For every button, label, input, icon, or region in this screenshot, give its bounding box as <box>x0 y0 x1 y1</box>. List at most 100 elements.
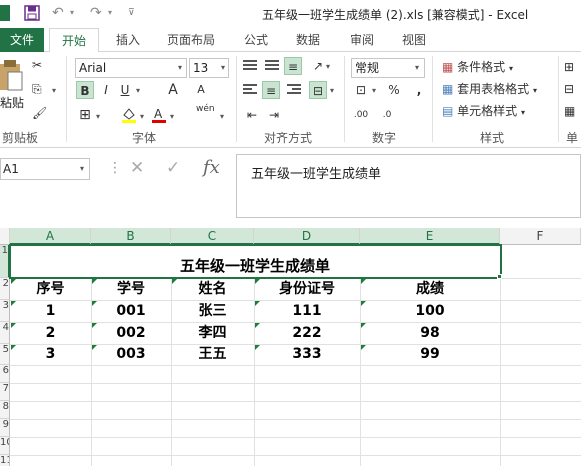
bold-button[interactable]: B <box>76 81 94 99</box>
error-indicator-icon[interactable] <box>92 345 97 350</box>
delete-cells-icon[interactable]: ⊟ <box>564 80 574 98</box>
percent-style-button[interactable]: % <box>385 81 403 99</box>
error-indicator-icon[interactable] <box>255 279 260 284</box>
underline-dropdown-icon[interactable]: ▾ <box>136 86 140 95</box>
conditional-formatting-button[interactable]: ▦ 条件格式 ▾ <box>442 58 513 78</box>
column-header-c[interactable]: C <box>171 228 254 245</box>
column-header-b[interactable]: B <box>91 228 171 245</box>
accounting-format-icon[interactable]: ⊡ <box>352 81 370 99</box>
tab-page-layout[interactable]: 页面布局 <box>160 28 222 52</box>
cell-styles-button[interactable]: ▤ 单元格样式 ▾ <box>442 102 525 122</box>
row-header[interactable]: 5 <box>0 344 10 365</box>
shrink-font-button[interactable]: A <box>192 81 210 99</box>
merge-dropdown-icon[interactable]: ▾ <box>330 86 334 95</box>
accounting-dropdown-icon[interactable]: ▾ <box>372 86 376 95</box>
decrease-indent-icon[interactable]: ⇤ <box>243 106 261 124</box>
error-indicator-icon[interactable] <box>172 279 177 284</box>
header-cell[interactable]: 成绩 <box>360 279 500 299</box>
grow-font-button[interactable]: A <box>164 81 182 99</box>
row-header[interactable]: 4 <box>0 322 10 344</box>
table-cell[interactable]: 1 <box>10 301 91 321</box>
error-indicator-icon[interactable] <box>11 279 16 284</box>
column-header-a[interactable]: A <box>10 228 91 245</box>
tab-insert[interactable]: 插入 <box>108 28 148 52</box>
select-all-corner[interactable] <box>0 228 10 245</box>
column-header-e[interactable]: E <box>360 228 500 245</box>
formula-input[interactable]: 五年级一班学生成绩单 <box>236 154 581 218</box>
copy-dropdown-icon[interactable]: ▾ <box>52 86 56 95</box>
font-name-dropdown-icon[interactable]: ▾ <box>178 63 182 72</box>
font-color-dropdown-icon[interactable]: ▾ <box>170 112 174 121</box>
table-cell[interactable]: 99 <box>360 344 500 364</box>
error-indicator-icon[interactable] <box>11 301 16 306</box>
table-cell[interactable]: 333 <box>254 344 360 364</box>
header-cell[interactable]: 学号 <box>91 279 171 299</box>
table-cell[interactable]: 111 <box>254 301 360 321</box>
error-indicator-icon[interactable] <box>92 301 97 306</box>
phonetic-dropdown-icon[interactable]: ▾ <box>220 112 224 121</box>
paste-button[interactable]: 粘贴 <box>0 58 24 118</box>
name-box-dropdown-icon[interactable]: ▾ <box>80 164 84 173</box>
row-header[interactable]: 10 <box>0 437 10 455</box>
row-header[interactable]: 3 <box>0 300 10 322</box>
insert-function-icon[interactable]: fx <box>203 157 220 178</box>
align-left-icon[interactable] <box>243 84 257 96</box>
merge-center-icon[interactable]: ⊟ <box>309 81 327 99</box>
underline-button[interactable]: U <box>116 81 134 99</box>
error-indicator-icon[interactable] <box>255 345 260 350</box>
tab-review[interactable]: 审阅 <box>342 28 382 52</box>
error-indicator-icon[interactable] <box>255 323 260 328</box>
tab-formulas[interactable]: 公式 <box>236 28 276 52</box>
phonetic-button[interactable]: wén <box>196 104 215 122</box>
cancel-icon[interactable]: ✕ <box>130 158 144 178</box>
borders-dropdown-icon[interactable]: ▾ <box>96 112 100 121</box>
increase-indent-icon[interactable]: ⇥ <box>265 106 283 124</box>
row-header[interactable]: 8 <box>0 401 10 419</box>
format-as-table-button[interactable]: ▦ 套用表格格式 ▾ <box>442 80 537 100</box>
error-indicator-icon[interactable] <box>92 279 97 284</box>
number-format-select[interactable]: 常规 <box>351 58 425 78</box>
format-cells-icon[interactable]: ▦ <box>564 102 575 120</box>
row-header[interactable]: 6 <box>0 365 10 383</box>
row-header[interactable]: 9 <box>0 419 10 437</box>
cut-icon[interactable]: ✂ <box>32 56 42 74</box>
header-cell[interactable]: 姓名 <box>171 279 254 299</box>
tab-view[interactable]: 视图 <box>394 28 434 52</box>
font-size-dropdown-icon[interactable]: ▾ <box>221 63 225 72</box>
table-cell[interactable]: 002 <box>91 323 171 343</box>
table-cell[interactable]: 001 <box>91 301 171 321</box>
error-indicator-icon[interactable] <box>361 279 366 284</box>
enter-icon[interactable]: ✓ <box>166 158 180 178</box>
font-name-select[interactable]: Arial <box>75 58 187 78</box>
spreadsheet-grid[interactable]: A B C D E F 1 2 3 4 5 6 7 8 9 10 11 五年级一… <box>0 228 581 466</box>
error-indicator-icon[interactable] <box>361 301 366 306</box>
table-cell[interactable]: 2 <box>10 323 91 343</box>
row-header[interactable]: 7 <box>0 383 10 401</box>
align-bottom-icon[interactable]: ≡ <box>284 57 302 75</box>
table-cell[interactable]: 3 <box>10 344 91 364</box>
format-painter-icon[interactable]: 🖌 <box>32 104 47 122</box>
table-cell[interactable]: 98 <box>360 323 500 343</box>
tab-file[interactable]: 文件 <box>0 28 44 52</box>
align-right-icon[interactable] <box>287 84 301 96</box>
increase-decimal-icon[interactable]: .00 <box>352 106 370 124</box>
table-cell[interactable]: 100 <box>360 301 500 321</box>
table-cell[interactable]: 222 <box>254 323 360 343</box>
header-cell[interactable]: 身份证号 <box>254 279 360 299</box>
column-header-f[interactable]: F <box>500 228 581 245</box>
error-indicator-icon[interactable] <box>11 345 16 350</box>
insert-cells-icon[interactable]: ⊞ <box>564 58 574 76</box>
number-format-dropdown-icon[interactable]: ▾ <box>415 63 419 72</box>
table-cell[interactable]: 李四 <box>171 323 254 343</box>
table-cell[interactable]: 003 <box>91 344 171 364</box>
table-cell[interactable]: 王五 <box>171 344 254 364</box>
orientation-icon[interactable]: ↗ <box>309 57 327 75</box>
row-header[interactable]: 2 <box>0 278 10 300</box>
row-header[interactable]: 11 <box>0 455 10 466</box>
tab-home[interactable]: 开始 <box>49 28 99 53</box>
error-indicator-icon[interactable] <box>255 301 260 306</box>
orientation-dropdown-icon[interactable]: ▾ <box>326 62 330 71</box>
table-cell[interactable]: 张三 <box>171 301 254 321</box>
name-box[interactable]: A1 <box>0 158 90 180</box>
font-color-icon[interactable]: A <box>150 106 168 124</box>
